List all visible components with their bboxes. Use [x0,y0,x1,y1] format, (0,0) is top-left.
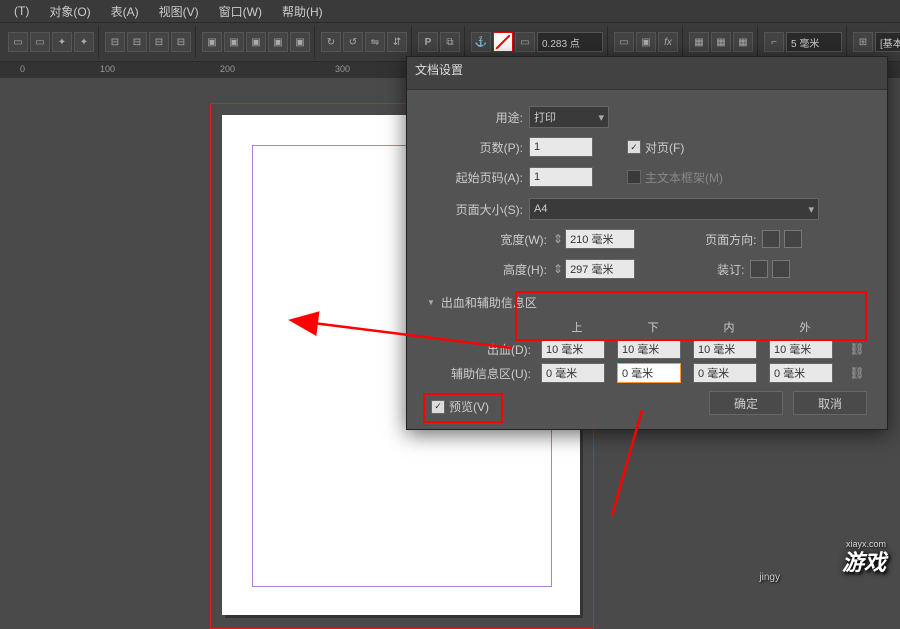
binding-label: 装订: [717,261,750,278]
align-icon[interactable]: ⊟ [105,32,125,52]
menu-bar: (T) 对象(O) 表(A) 视图(V) 窗口(W) 帮助(H) [0,0,900,23]
frame-icon[interactable]: ▣ [636,32,656,52]
slug-outside-input[interactable] [769,363,833,383]
annotation-highlight [423,393,503,423]
wrap-icon[interactable]: ▣ [246,32,266,52]
height-input[interactable] [565,259,635,279]
facing-label: 对页(F) [645,139,684,156]
purpose-select[interactable]: 打印 [529,106,609,128]
tool-icon[interactable]: ✦ [52,32,72,52]
binding-left-icon[interactable] [750,260,768,278]
purpose-label: 用途: [427,109,529,126]
fill-none-icon[interactable] [493,32,513,52]
corner-icon[interactable]: ⌐ [764,32,784,52]
tool-icon[interactable]: ✦ [74,32,94,52]
orient-portrait-icon[interactable] [762,230,780,248]
bleed-label: 出血(D): [437,341,537,358]
master-label: 主文本框架(M) [645,169,723,186]
bleed-outside-input[interactable] [769,339,833,359]
watermark-brand: 游戏 [842,545,886,577]
width-label: 宽度(W): [427,231,553,248]
wrap-icon[interactable]: ▣ [290,32,310,52]
align-icon[interactable]: ⊟ [171,32,191,52]
bleed-inside-input[interactable] [693,339,757,359]
start-label: 起始页码(A): [427,169,529,186]
text-icon[interactable]: P [418,32,438,52]
binding-right-icon[interactable] [772,260,790,278]
ok-button[interactable]: 确定 [709,391,783,415]
master-checkbox[interactable] [627,170,641,184]
wrap-icon[interactable]: ▣ [224,32,244,52]
style-select[interactable]: [基本图形框 [875,32,900,52]
flip-icon[interactable]: ⇵ [387,32,407,52]
pages-input[interactable] [529,137,593,157]
grid-icon[interactable]: ▦ [689,32,709,52]
orient-landscape-icon[interactable] [784,230,802,248]
slug-inside-input[interactable] [693,363,757,383]
tool-icon[interactable]: ▭ [30,32,50,52]
grid-icon[interactable]: ▦ [733,32,753,52]
facing-checkbox[interactable]: ✓ [627,140,641,154]
dialog-title: 文档设置 [407,57,887,90]
width-input[interactable] [565,229,635,249]
menu-window[interactable]: 窗口(W) [209,0,272,23]
align-icon[interactable]: ⊟ [149,32,169,52]
corner-value[interactable]: 5 毫米 [786,32,842,52]
menu-view[interactable]: 视图(V) [149,0,209,23]
opts-icon[interactable]: ⊞ [853,32,873,52]
menu-t[interactable]: (T) [4,1,39,21]
flip-icon[interactable]: ⇋ [365,32,385,52]
cancel-button[interactable]: 取消 [793,391,867,415]
bleed-link-icon[interactable]: ⛓ [845,342,869,356]
document-setup-dialog: 文档设置 用途: 打印 页数(P): ✓ 对页(F) 起始页码(A): 主文本框… [406,56,888,430]
slug-label: 辅助信息区(U): [437,365,537,382]
slug-top-input[interactable] [541,363,605,383]
height-label: 高度(H): [427,261,553,278]
rotate-icon[interactable]: ↺ [343,32,363,52]
fx-icon[interactable]: fx [658,32,678,52]
tool-icon[interactable]: ▭ [8,32,28,52]
stroke-weight[interactable]: 0.283 点 [537,32,603,52]
menu-object[interactable]: 对象(O) [39,0,100,23]
menu-table[interactable]: 表(A) [101,0,149,23]
align-icon[interactable]: ⊟ [127,32,147,52]
frame-icon[interactable]: ▭ [614,32,634,52]
orient-label: 页面方向: [705,231,762,248]
wrap-icon[interactable]: ▣ [268,32,288,52]
size-select[interactable]: A4 [529,198,819,220]
grid-icon[interactable]: ▦ [711,32,731,52]
stroke-icon[interactable]: ▭ [515,32,535,52]
slug-bottom-input[interactable] [617,363,681,383]
size-label: 页面大小(S): [427,201,529,218]
menu-help[interactable]: 帮助(H) [272,0,333,23]
annotation-highlight [515,291,867,341]
bleed-bottom-input[interactable] [617,339,681,359]
bleed-top-input[interactable] [541,339,605,359]
slug-link-icon[interactable]: ⛓ [845,366,869,380]
anchor-icon[interactable]: ⚓ [471,32,491,52]
rotate-icon[interactable]: ↻ [321,32,341,52]
step-icon[interactable]: ⧉ [440,32,460,52]
start-input[interactable] [529,167,593,187]
watermark-exp: jingy [759,572,780,583]
pages-label: 页数(P): [427,139,529,156]
wrap-icon[interactable]: ▣ [202,32,222,52]
